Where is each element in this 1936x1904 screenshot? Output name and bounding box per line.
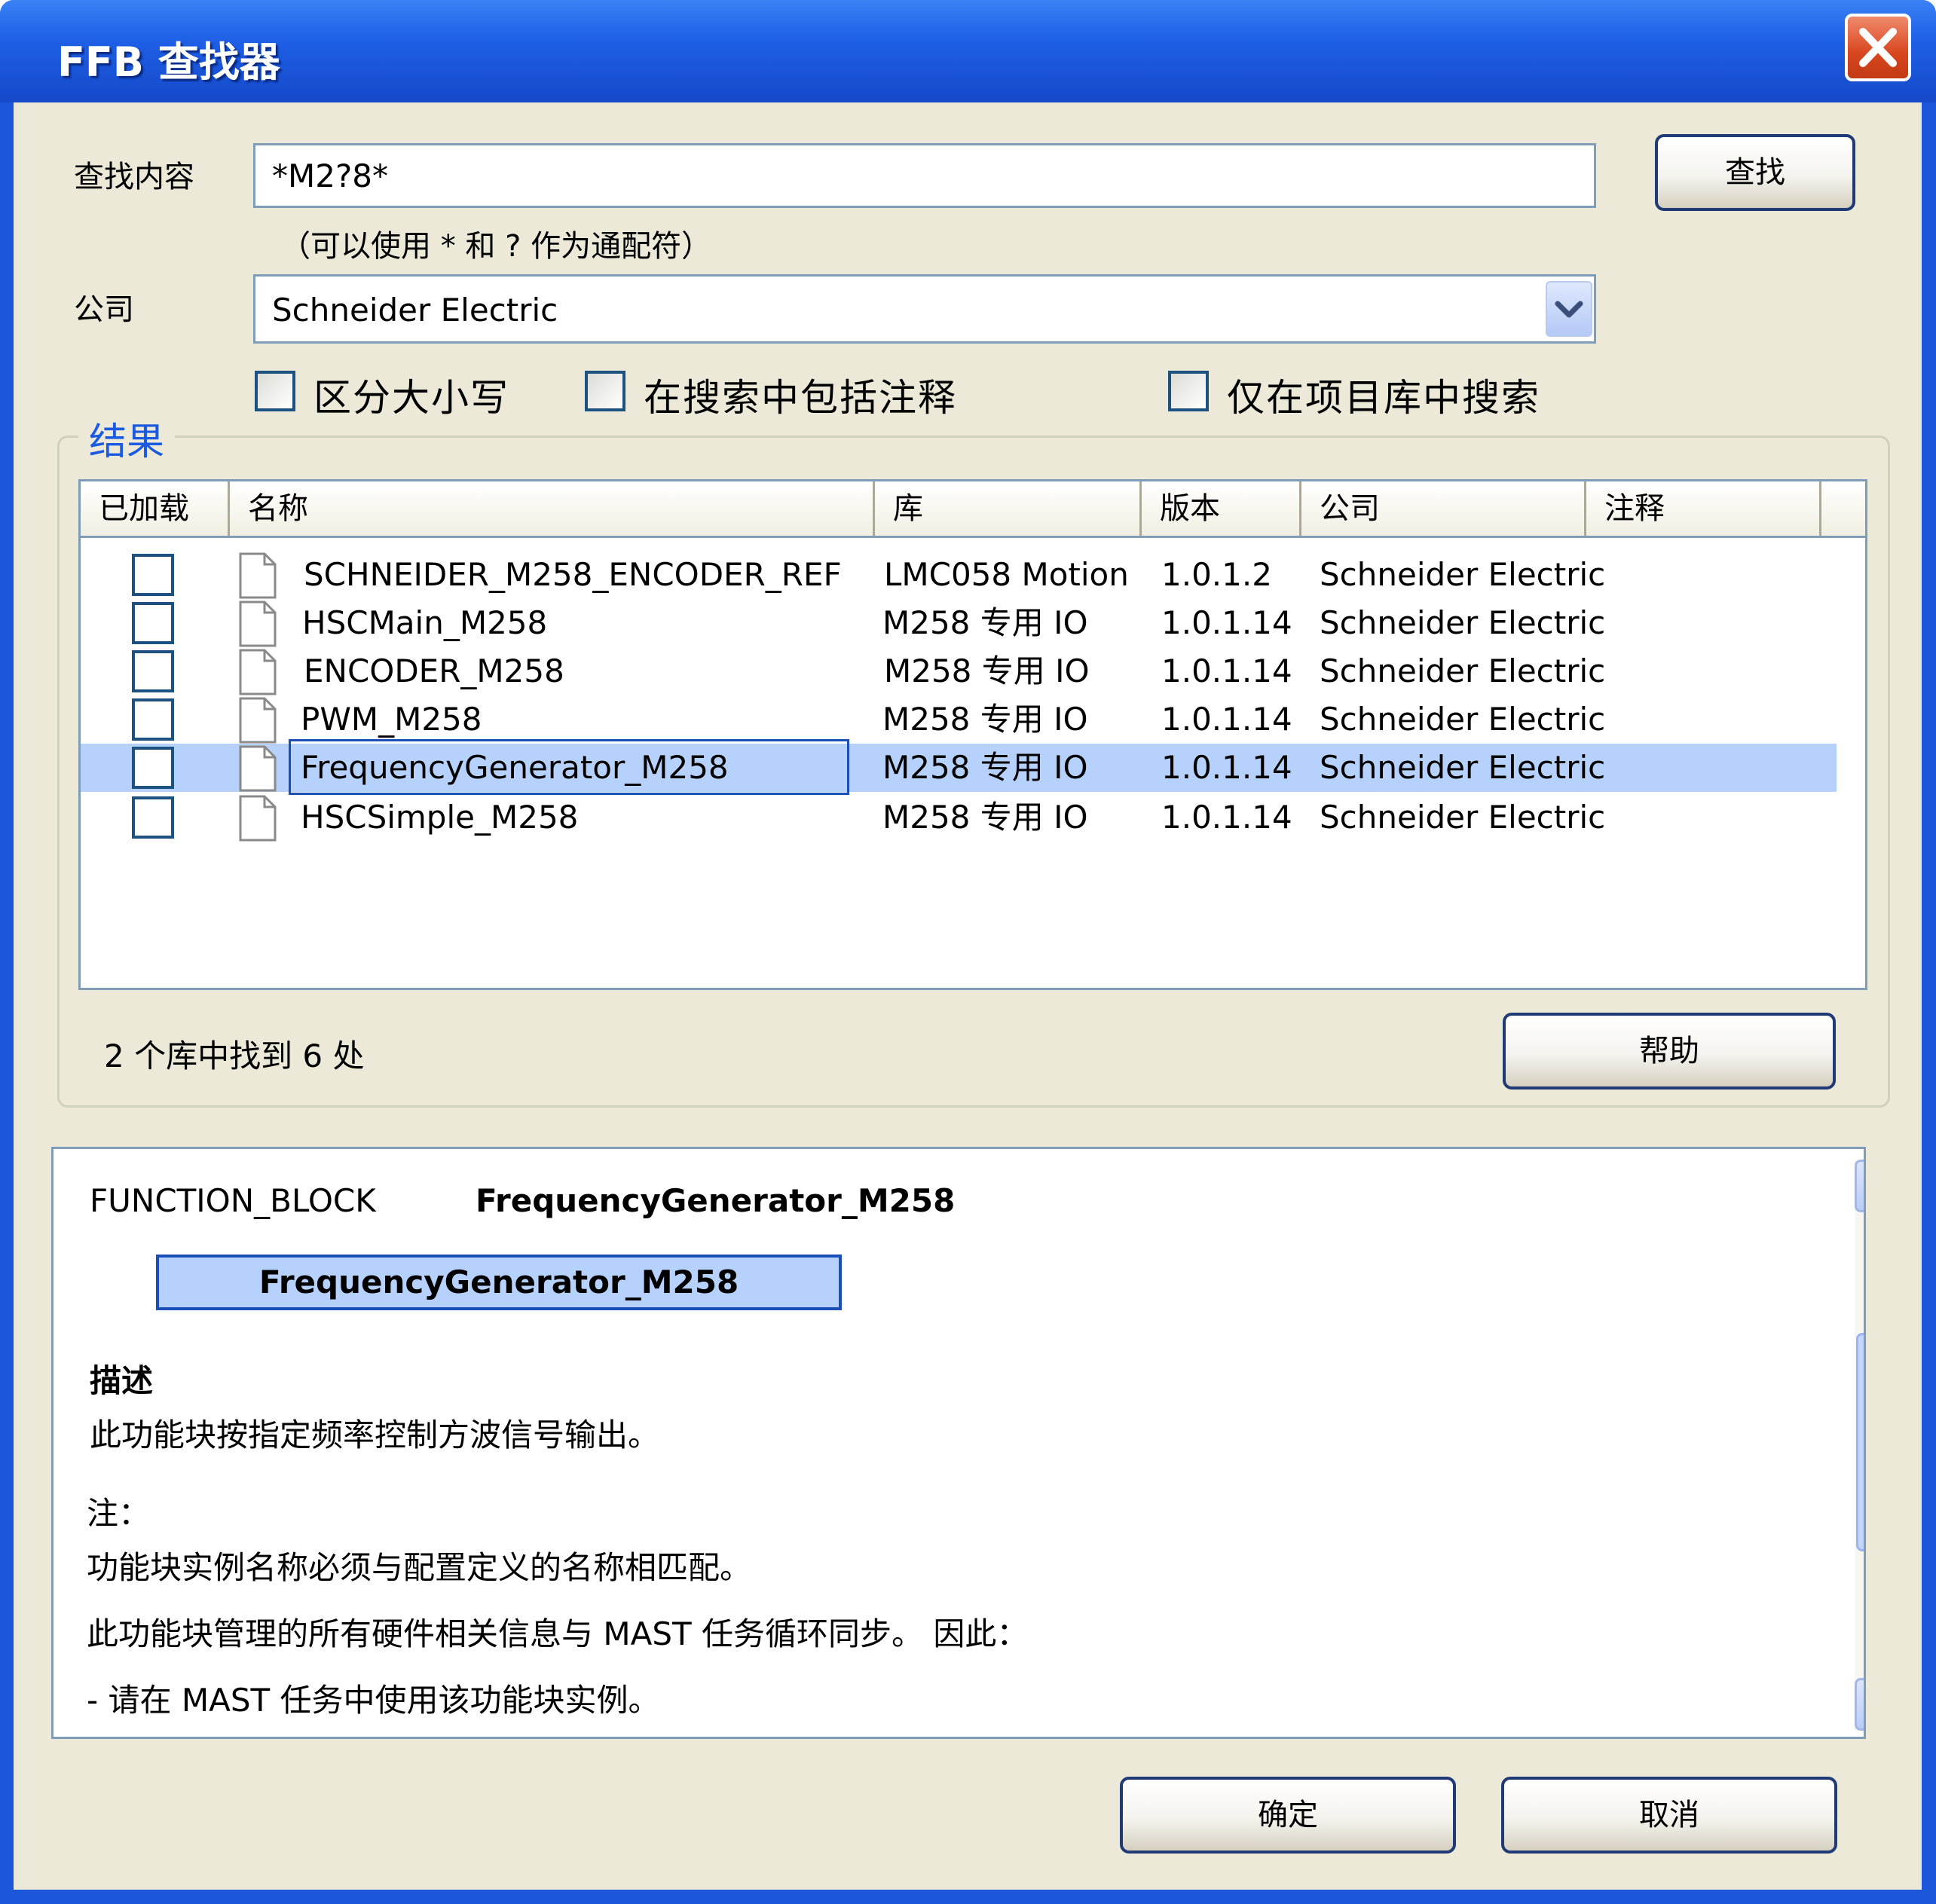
column-header-version[interactable]: 版本 [1142, 481, 1301, 536]
row-library: M258 专用 IO [882, 701, 1088, 738]
window-title: FFB 查找器 [57, 38, 280, 86]
row-company: Schneider Electric [1320, 701, 1606, 738]
description-text: 此功能块按指定频率控制方波信号输出。 [90, 1417, 660, 1453]
chevron-up-icon [1857, 1162, 1866, 1210]
company-select-value: Schneider Electric [272, 292, 558, 329]
detail-block-name: FrequencyGenerator_M258 [258, 1264, 739, 1300]
detail-name: FrequencyGenerator_M258 [476, 1182, 956, 1219]
grip-icon [1858, 1335, 1866, 1549]
table-row[interactable]: ENCODER_M258 M258 专用 IO 1.0.1.14 Schneid… [81, 647, 1837, 695]
row-loaded-checkbox[interactable] [132, 796, 174, 839]
row-name: PWM_M258 [301, 701, 482, 738]
results-group-title: 结果 [78, 411, 175, 466]
dialog-window: FFB 查找器 查找内容 *M2?8* 查找 （可以使用 * 和 ? 作为通配符… [0, 0, 1936, 1904]
column-header-company[interactable]: 公司 [1301, 481, 1586, 536]
row-company: Schneider Electric [1320, 749, 1606, 786]
chevron-down-icon [1857, 1680, 1866, 1728]
column-header-library[interactable]: 库 [875, 481, 1142, 536]
search-input[interactable]: *M2?8* [253, 143, 1596, 208]
case-sensitive-label: 区分大小写 [313, 376, 509, 420]
row-company: Schneider Electric [1320, 556, 1606, 593]
row-version: 1.0.1.14 [1161, 799, 1292, 836]
table-row-selected[interactable]: FrequencyGenerator_M258 M258 专用 IO 1.0.1… [81, 739, 1837, 795]
case-sensitive-checkbox[interactable] [255, 371, 295, 411]
help-button[interactable]: 帮助 [1503, 1013, 1836, 1090]
row-library: M258 专用 IO [884, 652, 1090, 689]
row-version: 1.0.1.14 [1161, 749, 1292, 786]
project-lib-only-label: 仅在项目库中搜索 [1227, 376, 1540, 420]
row-loaded-checkbox[interactable] [132, 747, 174, 789]
ok-button[interactable]: 确定 [1120, 1777, 1456, 1854]
find-button[interactable]: 查找 [1655, 134, 1855, 211]
scroll-down-button[interactable] [1855, 1678, 1866, 1731]
project-lib-only-checkbox[interactable] [1168, 371, 1209, 411]
row-company: Schneider Electric [1320, 604, 1606, 641]
row-library: M258 专用 IO [882, 604, 1088, 641]
scroll-up-button[interactable] [1855, 1160, 1866, 1212]
close-icon [1859, 28, 1897, 67]
close-button[interactable] [1845, 14, 1911, 81]
row-name: FrequencyGenerator_M258 [301, 749, 729, 786]
detail-pane[interactable]: FUNCTION_BLOCK FrequencyGenerator_M258 F… [51, 1147, 1866, 1739]
document-icon [239, 552, 277, 599]
row-library: M258 专用 IO [882, 749, 1088, 786]
detail-scrollbar[interactable] [1855, 1160, 1866, 1731]
company-select[interactable]: Schneider Electric [253, 274, 1596, 344]
row-library: LMC058 Motion [884, 556, 1129, 593]
scroll-thumb[interactable] [1856, 1333, 1866, 1551]
document-icon [239, 649, 277, 695]
document-icon [239, 795, 277, 842]
cancel-button[interactable]: 取消 [1501, 1777, 1837, 1854]
row-name: HSCMain_M258 [302, 604, 548, 641]
row-name: ENCODER_M258 [304, 652, 564, 689]
table-row[interactable]: HSCSimple_M258 M258 专用 IO 1.0.1.14 Schne… [81, 793, 1837, 842]
table-row[interactable]: PWM_M258 M258 专用 IO 1.0.1.14 Schneider E… [81, 695, 1837, 744]
detail-block: FrequencyGenerator_M258 [156, 1255, 842, 1310]
column-header-loaded[interactable]: 已加载 [81, 481, 230, 536]
search-label: 查找内容 [74, 160, 194, 194]
company-dropdown-button[interactable] [1546, 281, 1592, 337]
search-input-value: *M2?8* [272, 157, 388, 194]
row-loaded-checkbox[interactable] [132, 698, 174, 741]
row-loaded-checkbox[interactable] [132, 650, 174, 692]
chevron-down-icon [1555, 301, 1583, 318]
column-header-comment[interactable]: 注释 [1586, 481, 1821, 536]
title-bar[interactable]: FFB 查找器 [0, 0, 1936, 102]
note-line-2: 此功能块管理的所有硬件相关信息与 MAST 任务循环同步。 因此： [87, 1615, 1029, 1652]
results-status: 2 个库中找到 6 处 [104, 1038, 365, 1074]
results-list-header: 已加载 名称 库 版本 公司 注释 [81, 481, 1865, 538]
include-comments-checkbox[interactable] [585, 371, 625, 411]
row-version: 1.0.1.14 [1161, 701, 1292, 738]
document-icon [239, 601, 277, 647]
row-company: Schneider Electric [1320, 799, 1606, 836]
results-list[interactable]: 已加载 名称 库 版本 公司 注释 SCHNEIDER_M258_ENCODER… [78, 479, 1867, 990]
note-line-1: 功能块实例名称必须与配置定义的名称相匹配。 [87, 1549, 752, 1586]
row-loaded-checkbox[interactable] [132, 554, 174, 596]
row-version: 1.0.1.14 [1161, 652, 1292, 689]
document-icon [239, 697, 277, 744]
row-name: SCHNEIDER_M258_ENCODER_REF [304, 556, 842, 593]
document-icon [239, 745, 277, 792]
include-comments-label: 在搜索中包括注释 [644, 376, 957, 420]
row-library: M258 专用 IO [882, 799, 1088, 836]
row-version: 1.0.1.14 [1161, 604, 1292, 641]
note-line-3: - 请在 MAST 任务中使用该功能块实例。 [87, 1682, 660, 1719]
company-label: 公司 [74, 292, 134, 327]
column-header-name[interactable]: 名称 [230, 481, 875, 536]
row-loaded-checkbox[interactable] [132, 602, 174, 644]
table-row[interactable]: SCHNEIDER_M258_ENCODER_REF LMC058 Motion… [81, 551, 1837, 599]
detail-kind: FUNCTION_BLOCK [90, 1182, 376, 1219]
table-row[interactable]: HSCMain_M258 M258 专用 IO 1.0.1.14 Schneid… [81, 599, 1837, 647]
row-version: 1.0.1.2 [1161, 556, 1272, 593]
description-heading: 描述 [90, 1362, 154, 1399]
row-name: HSCSimple_M258 [301, 799, 579, 836]
wildcard-hint: （可以使用 * 和 ? 作为通配符） [280, 229, 712, 264]
row-company: Schneider Electric [1320, 652, 1606, 689]
note-heading: 注： [87, 1495, 151, 1532]
